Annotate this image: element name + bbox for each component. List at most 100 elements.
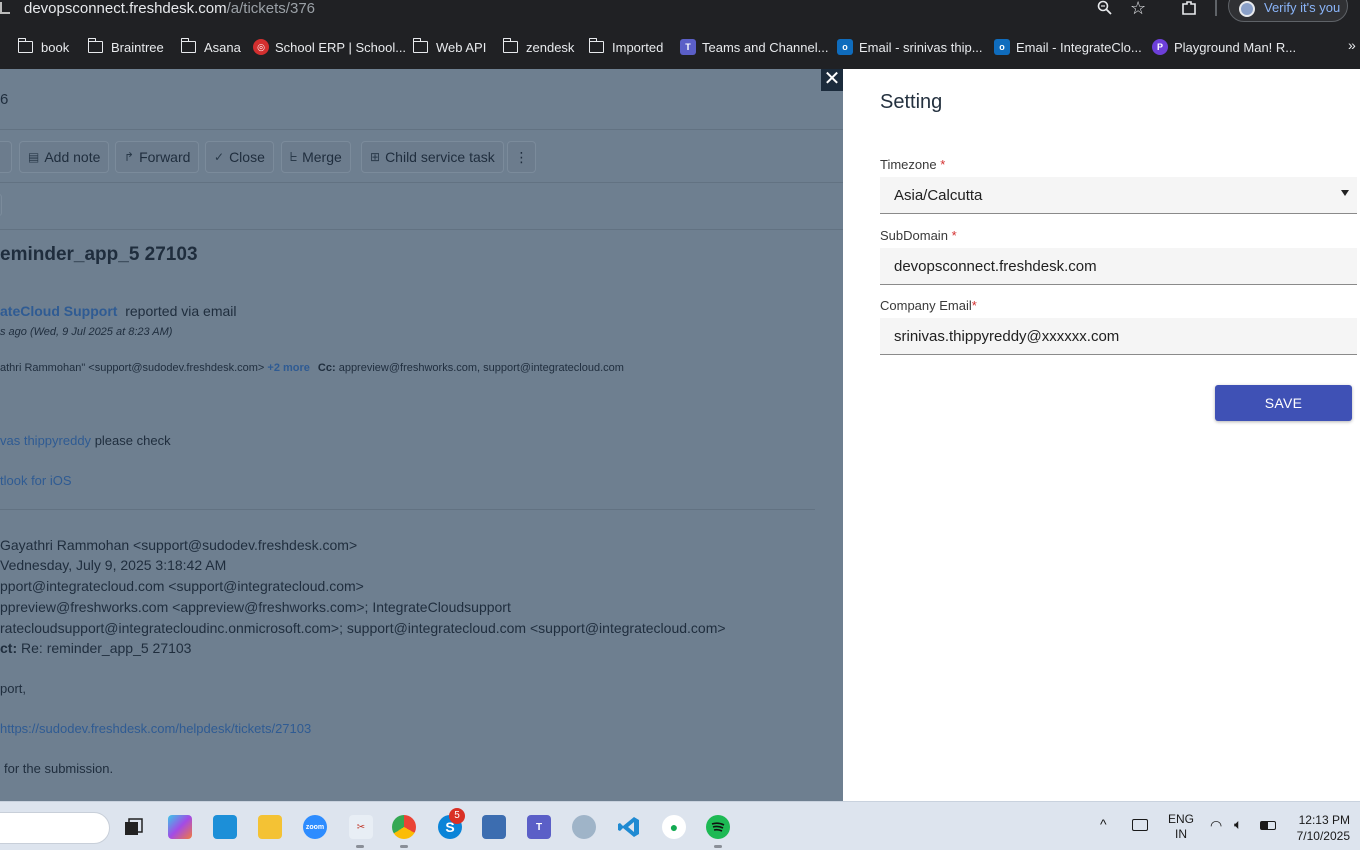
more-recipients-link[interactable]: +2 more — [267, 362, 310, 374]
bookmark-label: Web API — [436, 39, 487, 55]
bookmark-email-srinivas[interactable]: o Email - srinivas thip... — [837, 38, 983, 56]
ticket-number: 6 — [0, 91, 9, 108]
bookmark-label: Email - srinivas thip... — [859, 39, 983, 55]
outlook-signature-link[interactable]: tlook for iOS — [0, 473, 72, 488]
merge-button[interactable]: ᖶ Merge — [281, 141, 351, 173]
bookmark-school-erp[interactable]: ◎ School ERP | School... — [253, 38, 406, 56]
cc-label: Cc: — [317, 362, 336, 374]
outlook-favicon: o — [994, 39, 1010, 55]
close-ticket-button[interactable]: ✓ Close — [205, 141, 274, 173]
bookmark-email-integratecloud[interactable]: o Email - IntegrateClo... — [994, 38, 1142, 56]
bookmark-book[interactable]: book — [17, 38, 69, 56]
teams-icon[interactable]: T — [527, 815, 551, 839]
drawer-title: Setting — [880, 91, 943, 113]
ticket-link[interactable]: https://sudodev.freshdesk.com/helpdesk/t… — [0, 721, 311, 736]
url-field[interactable]: devopsconnect.freshdesk.com/a/tickets/37… — [24, 0, 315, 18]
folder-icon — [502, 38, 518, 53]
clock[interactable]: 12:13 PM 7/10/2025 — [1290, 812, 1350, 844]
child-service-task-button[interactable]: ⊞ Child service task — [361, 141, 504, 173]
bookmark-label: Email - IntegrateClo... — [1016, 39, 1142, 55]
to-value: athri Rammohan" <support@sudodev.freshde… — [0, 362, 265, 374]
child-task-label: Child service task — [385, 149, 495, 165]
save-button[interactable]: SAVE — [1215, 385, 1352, 421]
vscode-icon[interactable] — [617, 815, 641, 839]
reporter-name[interactable]: ateCloud Support — [0, 303, 117, 319]
close-label: Close — [229, 149, 265, 165]
volume-icon[interactable]: 🔈︎ — [1234, 816, 1242, 833]
mail-subject-line: ct: Re: reminder_app_5 27103 — [0, 640, 191, 656]
file-explorer-icon[interactable] — [258, 815, 282, 839]
url-host: devopsconnect.freshdesk.com — [24, 0, 227, 17]
zoom-icon[interactable] — [1097, 0, 1113, 16]
collapsed-panel-handle[interactable] — [0, 194, 2, 216]
mail-to-line: pport@integratecloud.com <support@integr… — [0, 578, 364, 594]
ticket-page-overlay: 6 ▤ Add note ↱ Forward ✓ Close ᖶ Merge ⊞ Chil… — [0, 69, 843, 801]
dropdown-arrow-icon — [1341, 190, 1349, 196]
outlook-favicon: o — [837, 39, 853, 55]
bookmark-zendesk[interactable]: zendesk — [502, 38, 574, 56]
folder-icon — [588, 38, 604, 53]
mail-cc-line-2: ratecloudsupport@integratecloudinc.onmic… — [0, 620, 726, 636]
task-view-icon[interactable] — [121, 815, 145, 839]
profile-verify-button[interactable]: Verify it's you — [1228, 0, 1348, 22]
touch-keyboard-icon[interactable] — [1132, 819, 1148, 831]
spotify-icon[interactable] — [706, 815, 730, 839]
chrome-icon[interactable] — [392, 815, 416, 839]
taskbar-search-box[interactable] — [0, 812, 110, 844]
bookmark-web-api[interactable]: Web API — [412, 38, 487, 56]
show-hidden-icons-chevron-icon[interactable]: ^ — [1100, 816, 1107, 832]
bookmark-playground[interactable]: P Playground Man! R... — [1152, 38, 1296, 56]
url-path: /a/tickets/376 — [226, 0, 316, 17]
wifi-icon[interactable]: ◠ — [1210, 817, 1222, 834]
bookmarks-overflow-button[interactable]: » — [1348, 37, 1356, 53]
reply-button[interactable] — [0, 141, 12, 173]
browser-address-bar: devopsconnect.freshdesk.com/a/tickets/37… — [0, 0, 1360, 25]
mention-suffix: please check — [94, 433, 171, 448]
lang-line-1: ENG — [1168, 812, 1195, 826]
message-body-line: vas thippyreddy please check — [0, 433, 171, 448]
profile-avatar — [1239, 1, 1255, 17]
desktop-icon[interactable] — [213, 815, 237, 839]
extensions-icon[interactable] — [1180, 0, 1198, 16]
running-indicator — [356, 845, 364, 848]
zoom-app-icon[interactable]: zoom — [303, 815, 327, 839]
bookmark-asana[interactable]: Asana — [180, 38, 241, 56]
network-app-icon[interactable] — [572, 815, 596, 839]
divider — [0, 229, 843, 230]
bookmark-teams[interactable]: T Teams and Channel... — [680, 38, 828, 56]
site-info-icon[interactable] — [0, 2, 10, 14]
divider — [0, 509, 815, 510]
mention-link[interactable]: vas thippyreddy — [0, 433, 91, 448]
forward-label: Forward — [139, 149, 191, 165]
more-actions-button[interactable]: ⋮ — [507, 141, 536, 173]
clock-date: 7/10/2025 — [1296, 829, 1350, 843]
bookmark-label: Asana — [204, 39, 241, 55]
subdomain-input[interactable]: devopsconnect.freshdesk.com — [880, 248, 1357, 285]
mail-cc-line: ppreview@freshworks.com <appreview@fresh… — [0, 599, 511, 615]
skype-notification-badge: 5 — [449, 808, 465, 824]
battery-icon[interactable] — [1260, 821, 1276, 830]
subject-label: ct: — [0, 640, 18, 656]
language-indicator[interactable]: ENG IN — [1168, 812, 1194, 842]
timezone-value: Asia/Calcutta — [894, 187, 983, 204]
mongodb-icon[interactable]: ● — [662, 815, 686, 839]
reporter-suffix: reported via email — [125, 303, 237, 319]
copilot-icon[interactable] — [168, 815, 192, 839]
add-note-button[interactable]: ▤ Add note — [19, 141, 110, 173]
mail-greeting-line: port, — [0, 681, 27, 696]
close-drawer-button[interactable]: ✕ — [821, 69, 843, 91]
bookmark-star-icon[interactable]: ☆ — [1130, 0, 1146, 19]
check-circle-icon: ✓ — [214, 150, 225, 164]
forward-button[interactable]: ↱ Forward — [115, 141, 200, 173]
bookmark-imported[interactable]: Imported — [588, 38, 663, 56]
bookmarks-bar: book Braintree Asana ◎ School ERP | Schoo… — [0, 25, 1360, 69]
folder-icon — [87, 38, 103, 53]
remote-desktop-icon[interactable] — [482, 815, 506, 839]
snipping-tool-icon[interactable]: ✂ — [349, 815, 373, 839]
mail-from-line: Gayathri Rammohan <support@sudodev.fresh… — [0, 537, 358, 553]
email-value: srinivas.thippyreddy@xxxxxx.com — [894, 328, 1120, 345]
verify-label: Verify it's you — [1264, 0, 1341, 15]
company-email-input[interactable]: srinivas.thippyreddy@xxxxxx.com — [880, 318, 1357, 355]
bookmark-braintree[interactable]: Braintree — [87, 38, 164, 56]
timezone-select[interactable]: Asia/Calcutta — [880, 177, 1357, 214]
